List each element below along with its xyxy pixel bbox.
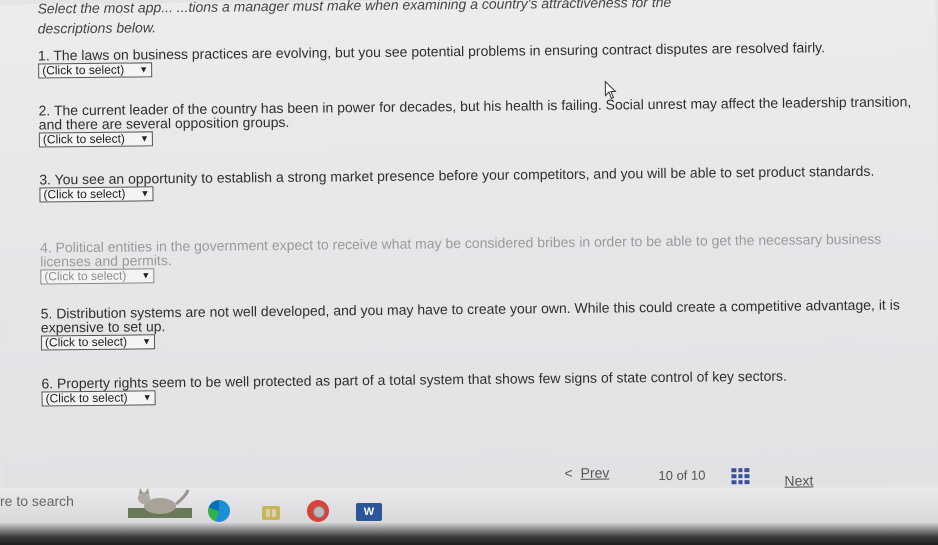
question-6: 6. Property rights seem to be well prote…: [41, 367, 936, 407]
page-counter: 10 of 10: [658, 468, 705, 483]
question-5-text: 5. Distribution systems are not well dev…: [40, 296, 900, 336]
chevron-down-icon: ▼: [139, 64, 149, 75]
question-4-text: 4. Political entities in the government …: [39, 230, 882, 270]
next-button[interactable]: Next: [784, 472, 813, 488]
prev-button[interactable]: < Prev: [564, 465, 609, 481]
chrome-icon[interactable]: [307, 500, 329, 522]
question-6-text: 6. Property rights seem to be well prote…: [41, 367, 787, 392]
quiz-page: Select the most app... ...tions a manage…: [0, 0, 938, 493]
select-label: (Click to select): [43, 186, 126, 202]
question-2-text: 2. The current leader of the country has…: [38, 93, 912, 133]
question-3-select[interactable]: (Click to select) ▼: [39, 186, 154, 203]
question-3: 3. You see an opportunity to establish a…: [39, 162, 934, 203]
page-current: 10: [658, 467, 673, 484]
grid-icon[interactable]: [731, 468, 750, 485]
chevron-down-icon: ▼: [140, 188, 150, 199]
cat-widget-icon[interactable]: [128, 486, 192, 520]
question-2-select[interactable]: (Click to select) ▼: [38, 131, 153, 148]
question-1-text: 1. The laws on business practices are ev…: [37, 39, 826, 64]
select-label: (Click to select): [44, 334, 128, 350]
select-label: (Click to select): [42, 62, 125, 78]
chevron-down-icon: ▼: [141, 270, 151, 281]
word-icon[interactable]: W: [356, 503, 382, 521]
select-label: (Click to select): [42, 131, 125, 147]
select-label: (Click to select): [45, 390, 128, 406]
question-5-select[interactable]: (Click to select) ▼: [40, 334, 156, 351]
chevron-down-icon: ▼: [139, 133, 149, 144]
page-total: 10: [690, 467, 706, 483]
chevron-down-icon: ▼: [142, 392, 152, 403]
question-4: 4. Political entities in the government …: [39, 230, 935, 285]
page-of: of: [676, 467, 688, 483]
instructions: Select the most app... ...tions a manage…: [37, 0, 907, 39]
question-5: 5. Distribution systems are not well dev…: [40, 296, 936, 351]
mouse-cursor-icon: [604, 80, 617, 100]
select-label: (Click to select): [44, 268, 127, 284]
question-1-select[interactable]: (Click to select) ▼: [38, 62, 153, 79]
question-4-select[interactable]: (Click to select) ▼: [40, 268, 155, 285]
question-3-text: 3. You see an opportunity to establish a…: [39, 162, 875, 188]
edge-icon[interactable]: [208, 500, 230, 522]
chevron-down-icon: ▼: [142, 336, 152, 347]
question-1: 1. The laws on business practices are ev…: [37, 39, 933, 79]
chevron-left-icon: <: [564, 464, 573, 482]
prev-label: Prev: [580, 464, 610, 481]
question-6-select[interactable]: (Click to select) ▼: [41, 390, 156, 407]
taskbar-search[interactable]: re to search: [0, 493, 74, 509]
question-2: 2. The current leader of the country has…: [38, 93, 934, 148]
file-explorer-icon[interactable]: [260, 500, 282, 522]
